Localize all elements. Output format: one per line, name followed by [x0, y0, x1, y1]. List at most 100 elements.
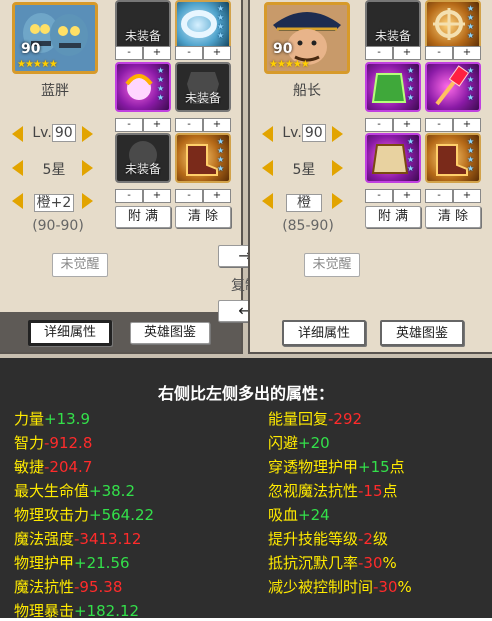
left-hero-portrait[interactable]: 90 ★★★★★: [12, 2, 98, 74]
stat-value: -3413.12: [74, 530, 142, 548]
stat-name: 物理暴击: [14, 602, 75, 620]
right-hero-codex-button[interactable]: 英雄图鉴: [380, 320, 464, 346]
minus-button[interactable]: -: [175, 46, 203, 60]
left-level-increase-arrow[interactable]: [82, 126, 93, 142]
right-equip-slot-6-stepper: - +: [425, 189, 481, 203]
stat-row: 智力-912.8: [14, 432, 92, 453]
right-star-decrease-arrow[interactable]: [262, 160, 273, 176]
left-equip-slot-5[interactable]: 未装备: [115, 133, 171, 183]
stat-value: +38.2: [89, 482, 135, 500]
stat-unit: 点: [389, 458, 405, 476]
minus-button[interactable]: -: [425, 118, 453, 132]
left-star-increase-arrow[interactable]: [82, 160, 93, 176]
right-equip-slot-5[interactable]: ★ ★ ★ ★: [365, 133, 421, 183]
right-equip-slot-4[interactable]: ★ ★ ★ ★: [425, 62, 481, 112]
right-hero-stars: ★★★★★: [269, 59, 310, 70]
left-equip-slot-4[interactable]: 未装备: [175, 62, 231, 112]
left-rank-decrease-arrow[interactable]: [12, 193, 23, 209]
left-equip-slot-2[interactable]: ★ ★ ★ ★: [175, 0, 231, 50]
left-hero-panel: 90 ★★★★★ 蓝胖 未装备 - + ★ ★ ★ ★ - + ★ ★ ★ ★ - + 未装备: [0, 0, 243, 354]
equip-slot-label: 未装备: [124, 162, 161, 176]
right-equip-slot-3[interactable]: ★ ★ ★ ★: [365, 62, 421, 112]
lv-label: Lv.: [282, 125, 302, 141]
left-hero-codex-button[interactable]: 英雄图鉴: [130, 322, 210, 344]
stat-name: 穿透物理护甲: [268, 458, 359, 476]
right-rank-increase-arrow[interactable]: [332, 193, 343, 209]
plus-button[interactable]: +: [453, 189, 481, 203]
right-equip-slot-5-stepper: - +: [365, 189, 421, 203]
left-level-value[interactable]: 90: [51, 124, 76, 142]
minus-button[interactable]: -: [175, 118, 203, 132]
plus-button[interactable]: +: [143, 46, 171, 60]
plus-button[interactable]: +: [203, 46, 231, 60]
right-fill-button[interactable]: 附 满: [365, 206, 421, 228]
right-level-value[interactable]: 90: [301, 124, 326, 142]
left-hero-stars: ★★★★★: [17, 59, 58, 70]
minus-button[interactable]: -: [115, 46, 143, 60]
stat-value: -30: [373, 578, 398, 596]
right-level-range: (85-90): [282, 218, 334, 234]
plus-button[interactable]: +: [393, 189, 421, 203]
right-star-increase-arrow[interactable]: [332, 160, 343, 176]
left-awaken-button[interactable]: 未觉醒: [52, 253, 108, 277]
minus-button[interactable]: -: [115, 189, 143, 203]
right-star-value: 5星: [292, 162, 316, 178]
right-hero-portrait[interactable]: 90 ★★★★★: [264, 2, 350, 74]
stat-name: 魔法强度: [14, 530, 75, 548]
plus-button[interactable]: +: [143, 189, 171, 203]
stat-name: 力量: [14, 410, 45, 428]
stars-pips: ★ ★ ★ ★: [467, 4, 475, 40]
stat-row: 闪避+20: [268, 432, 330, 453]
minus-button[interactable]: -: [115, 118, 143, 132]
left-rank-value[interactable]: 橙+2: [33, 194, 75, 212]
stat-value: +564.22: [89, 506, 155, 524]
right-equip-slot-1[interactable]: 未装备: [365, 0, 421, 50]
right-hero-name: 船长: [293, 83, 321, 99]
equip-slot-label: 未装备: [184, 91, 221, 105]
right-level-decrease-arrow[interactable]: [262, 126, 273, 142]
plus-button[interactable]: +: [453, 46, 481, 60]
minus-button[interactable]: -: [365, 118, 393, 132]
left-level-decrease-arrow[interactable]: [12, 126, 23, 142]
plus-button[interactable]: +: [453, 118, 481, 132]
minus-button[interactable]: -: [425, 46, 453, 60]
left-equip-slot-6[interactable]: ★ ★ ★ ★: [175, 133, 231, 183]
left-level-range: (90-90): [32, 218, 84, 234]
right-equip-slot-2[interactable]: ★ ★ ★ ★: [425, 0, 481, 50]
minus-button[interactable]: -: [365, 189, 393, 203]
right-clear-button[interactable]: 清 除: [425, 206, 481, 228]
stars-pips: ★ ★ ★ ★: [217, 4, 225, 40]
right-equip-slot-6[interactable]: ★ ★ ★ ★: [425, 133, 481, 183]
stat-row: 忽视魔法抗性-15点: [268, 480, 398, 501]
minus-button[interactable]: -: [425, 189, 453, 203]
equip-slot-label: 未装备: [124, 29, 161, 43]
plus-button[interactable]: +: [203, 189, 231, 203]
right-level-increase-arrow[interactable]: [332, 126, 343, 142]
right-rank-value[interactable]: 橙: [286, 194, 322, 212]
plus-button[interactable]: +: [393, 118, 421, 132]
left-hero-level-badge: 90: [21, 41, 41, 57]
minus-button[interactable]: -: [175, 189, 203, 203]
plus-button[interactable]: +: [393, 46, 421, 60]
right-equip-slot-4-stepper: - +: [425, 118, 481, 132]
minus-button[interactable]: -: [365, 46, 393, 60]
left-clear-button[interactable]: 清 除: [175, 206, 231, 228]
left-rank-increase-arrow[interactable]: [82, 193, 93, 209]
left-equip-slot-3[interactable]: ★ ★ ★ ★: [115, 62, 171, 112]
right-detail-attributes-button[interactable]: 详细属性: [282, 320, 366, 346]
left-rank-value-wrap: 橙+2: [30, 192, 78, 212]
plus-button[interactable]: +: [143, 118, 171, 132]
left-panel-footer: 详细属性 英雄图鉴: [0, 312, 241, 352]
plus-button[interactable]: +: [203, 118, 231, 132]
stat-row: 力量+13.9: [14, 408, 90, 429]
right-rank-decrease-arrow[interactable]: [262, 193, 273, 209]
stat-row: 物理攻击力+564.22: [14, 504, 154, 525]
left-star-decrease-arrow[interactable]: [12, 160, 23, 176]
left-star-value: 5星: [42, 162, 66, 178]
left-detail-attributes-button[interactable]: 详细属性: [28, 320, 112, 346]
stat-row: 魔法抗性-95.38: [14, 576, 122, 597]
right-awaken-button[interactable]: 未觉醒: [304, 253, 360, 277]
stat-value: -2: [358, 530, 373, 548]
left-fill-button[interactable]: 附 满: [115, 206, 171, 228]
left-equip-slot-1[interactable]: 未装备: [115, 0, 171, 50]
